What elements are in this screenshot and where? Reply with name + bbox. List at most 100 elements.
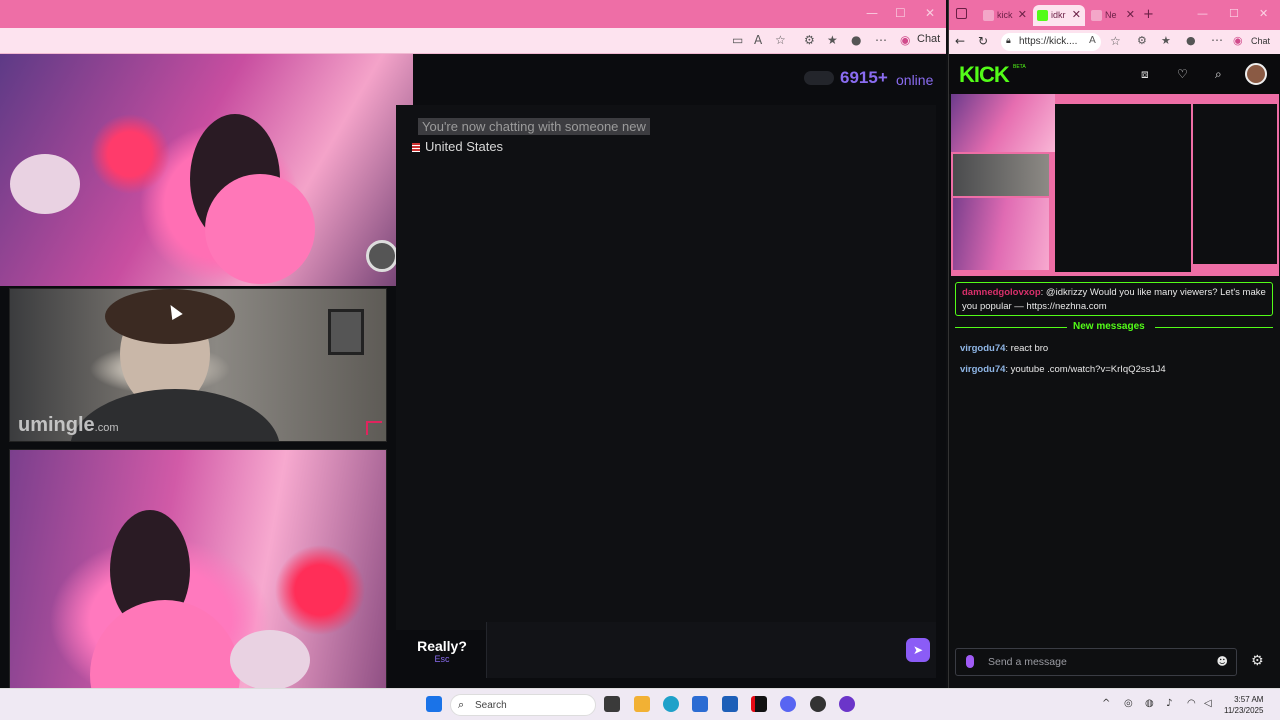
close-icon[interactable]: ✕ — [925, 6, 935, 20]
kick-logo[interactable]: KICK — [959, 62, 1010, 88]
minimize-icon[interactable]: — — [1197, 7, 1208, 20]
discord-icon[interactable] — [780, 696, 796, 712]
chat-message: virgodu74: react bro — [960, 343, 1049, 354]
tray-app-icon[interactable]: ◎ — [1124, 698, 1133, 709]
extensions-icon[interactable]: ⚙ — [804, 33, 815, 47]
browser-window-umingle: — ☐ ✕ ▭ A ☆ ⚙ ★ ● ⋯ ◉ Chat umingle.com 6… — [0, 0, 946, 720]
obs-icon[interactable] — [810, 696, 826, 712]
tab-close-icon[interactable]: ✕ — [1018, 8, 1027, 21]
toolbar: ← ↻ 🔒︎ https://kick.... A ☆ ⚙ ★ ● ⋯ ◉ Ch… — [949, 30, 1280, 54]
profile-icon[interactable]: ● — [1186, 34, 1196, 47]
online-toggle[interactable] — [804, 71, 834, 85]
tab-favicon — [1091, 10, 1102, 21]
extensions-icon[interactable]: ⚙ — [1137, 34, 1147, 47]
taskbar-search[interactable]: ⌕ Search — [450, 694, 596, 716]
user-avatar[interactable] — [1245, 63, 1267, 85]
wall-frame — [328, 309, 364, 355]
wifi-icon[interactable]: ◠ — [1187, 698, 1196, 709]
tab-favicon — [983, 10, 994, 21]
beta-badge: BETA — [1013, 64, 1026, 70]
emoji-icon[interactable]: ☻ — [1217, 655, 1228, 668]
skip-button[interactable]: Really? Esc — [404, 622, 480, 678]
more-menu-icon[interactable]: ⋯ — [1211, 33, 1223, 47]
chat-message: virgodu74: youtube .com/watch?v=KrIqQ2ss… — [960, 364, 1166, 375]
back-icon[interactable]: ← — [955, 34, 965, 48]
task-view-icon[interactable] — [604, 696, 620, 712]
maximize-icon[interactable]: ☐ — [895, 6, 906, 20]
copilot-icon[interactable]: ◉ — [900, 33, 910, 47]
clock[interactable]: 3:57 AM 11/23/2025 — [1224, 694, 1263, 716]
read-aloud-icon[interactable]: A — [1089, 35, 1096, 46]
umingle-watermark: umingle.com — [18, 414, 119, 436]
tab-idkrizzy[interactable]: idkr ✕ — [1033, 5, 1085, 26]
chat-input[interactable]: Send a message ☻ — [955, 648, 1237, 676]
us-flag-icon — [412, 143, 420, 153]
minimize-icon[interactable]: — — [866, 6, 878, 20]
send-icon[interactable]: ➤ — [906, 638, 930, 662]
tab-close-icon[interactable]: ✕ — [1072, 8, 1081, 21]
stranger-video: umingle.com — [9, 288, 387, 442]
search-icon[interactable]: ⌕ — [1215, 67, 1222, 82]
tray-app-icon[interactable]: ◍ — [1145, 698, 1154, 709]
favorites-icon[interactable]: ★ — [827, 33, 838, 47]
netflix-icon[interactable] — [751, 696, 767, 712]
new-tab-icon[interactable]: + — [1143, 7, 1154, 22]
address-bar[interactable]: 🔒︎ https://kick.... — [1001, 33, 1101, 51]
chat-log — [396, 105, 936, 615]
tab-new[interactable]: Ne ✕ — [1087, 5, 1139, 26]
kick-favicon — [1037, 10, 1048, 21]
tab-kick[interactable]: kick ✕ — [979, 5, 1031, 26]
chat-input-placeholder: Send a message — [988, 656, 1067, 668]
favorite-star-icon[interactable]: ☆ — [1110, 34, 1121, 48]
message-input[interactable] — [486, 622, 936, 678]
file-explorer-icon[interactable] — [634, 696, 650, 712]
more-menu-icon[interactable]: ⋯ — [875, 33, 887, 47]
read-aloud-icon[interactable]: A — [754, 33, 762, 47]
self-camera — [9, 449, 387, 720]
chat-panel-thumb — [1055, 104, 1191, 272]
close-icon[interactable]: ✕ — [1259, 7, 1268, 20]
copilot-icon[interactable]: ◉ — [1233, 34, 1243, 47]
chat-button[interactable]: Chat — [1251, 36, 1270, 46]
profile-icon[interactable]: ● — [851, 33, 861, 47]
favorite-star-icon[interactable]: ☆ — [775, 33, 786, 47]
settings-gear-icon[interactable]: ⚙ — [1251, 653, 1264, 669]
tab-strip: kick ✕ idkr ✕ Ne ✕ + — ☐ ✕ — [949, 0, 1280, 30]
system-message-new-chat: You're now chatting with someone new — [418, 118, 650, 135]
plush-toys — [10, 154, 80, 214]
microphone-icon[interactable]: ♪ — [1166, 698, 1172, 709]
heart-icon[interactable]: ♡ — [1177, 67, 1188, 81]
stream-overlay-logo — [366, 240, 398, 272]
pink-outfit — [205, 174, 315, 284]
chat-bottom-area — [396, 566, 936, 630]
streamer-camera-overlay — [0, 54, 413, 286]
kick-header: KICK BETA ⧈ ♡ ⌕ — [949, 54, 1280, 94]
system-message-country: United States — [412, 139, 503, 154]
online-label: online — [896, 72, 934, 88]
kick-chat: damnedgolovxop: @idkrizzy Would you like… — [949, 278, 1280, 644]
gift-icon[interactable]: ⧈ — [1141, 67, 1149, 82]
edge-icon[interactable] — [663, 696, 679, 712]
tab-actions-icon[interactable] — [956, 8, 967, 19]
stream-player[interactable] — [951, 94, 1279, 276]
app-icon[interactable] — [839, 696, 855, 712]
favorites-icon[interactable]: ★ — [1161, 34, 1171, 47]
browser-window-kick: kick ✕ idkr ✕ Ne ✕ + — ☐ ✕ ← ↻ 🔒︎ https:… — [948, 0, 1280, 688]
camera-icon[interactable]: ▭ — [732, 33, 743, 47]
start-icon[interactable] — [426, 696, 442, 712]
outlook-icon[interactable] — [722, 696, 738, 712]
side-window-thumb — [1193, 104, 1277, 264]
toolbar: ▭ A ☆ ⚙ ★ ● ⋯ ◉ Chat — [0, 28, 946, 54]
title-bar: — ☐ ✕ — [0, 0, 946, 28]
store-icon[interactable] — [692, 696, 708, 712]
report-flag-icon[interactable] — [366, 421, 382, 435]
tab-close-icon[interactable]: ✕ — [1126, 8, 1135, 21]
maximize-icon[interactable]: ☐ — [1229, 7, 1239, 20]
tray-overflow-icon[interactable]: ^ — [1102, 698, 1110, 709]
volume-icon[interactable]: ◁ — [1204, 698, 1212, 709]
chat-button[interactable]: Chat — [917, 33, 940, 45]
refresh-icon[interactable]: ↻ — [978, 34, 988, 48]
microphone-icon[interactable] — [966, 655, 974, 668]
taskbar: ⌕ Search ^ ◎ ◍ ♪ ◠ ◁ 3:57 AM 11/23/2025 — [0, 688, 1280, 720]
self-cam-thumb — [953, 198, 1049, 270]
